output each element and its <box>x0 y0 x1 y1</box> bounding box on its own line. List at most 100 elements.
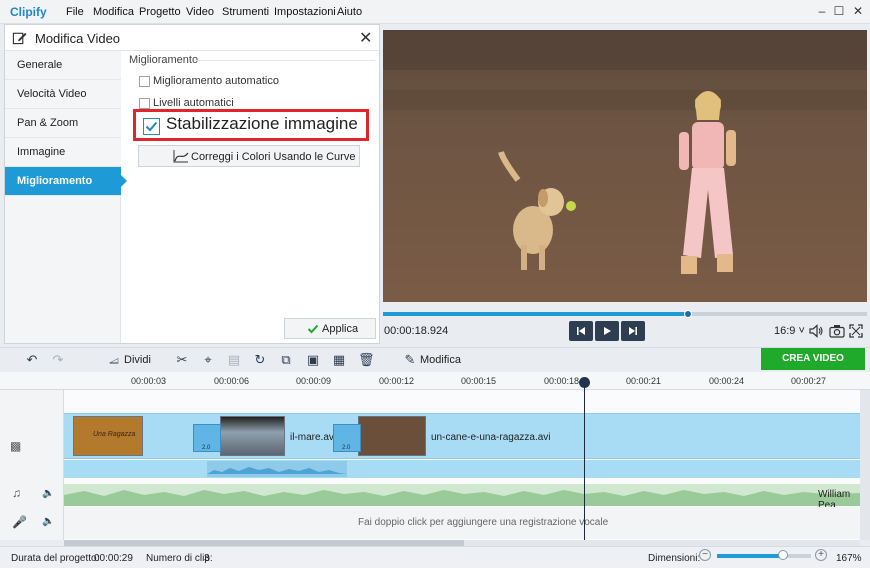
ruler-tick: 00:00:18 <box>544 376 580 386</box>
zoom-out-button[interactable]: − <box>699 549 711 561</box>
edit-icon <box>12 32 27 45</box>
ruler-tick: 00:00:15 <box>461 376 497 386</box>
panel-sidebar: Generale Velocità Video Pan & Zoom Immag… <box>5 51 127 343</box>
music-track[interactable] <box>64 484 860 506</box>
music-waveform <box>64 490 860 506</box>
focus-icon[interactable]: ▣ <box>305 352 321 368</box>
title-bar: Clipify File Modifica Progetto Video Str… <box>0 0 870 24</box>
undo-icon[interactable]: ↶ <box>24 352 40 368</box>
auto-enhance-label: Miglioramento automatico <box>153 75 279 87</box>
ruler-tick: 00:00:09 <box>296 376 332 386</box>
skip-forward-icon <box>629 327 637 335</box>
curve-icon <box>173 150 189 163</box>
duration-label: Durata del progetto: <box>11 553 100 564</box>
playback-progress-knob[interactable] <box>683 310 692 318</box>
microphone-icon: 🎤 <box>12 515 27 529</box>
auto-levels-checkbox[interactable] <box>139 98 150 109</box>
section-title: Miglioramento <box>129 54 199 66</box>
export-frame-icon[interactable]: ⧉ <box>278 352 294 368</box>
edit-button[interactable]: Modifica <box>420 354 461 366</box>
crop-icon[interactable]: ⌖ <box>200 352 216 368</box>
clip-name: un-cane-e-una-ragazza.avi <box>431 432 551 443</box>
trash-icon[interactable]: 🗑 <box>358 352 375 368</box>
sidebar-item-velocita[interactable]: Velocità Video <box>5 80 121 109</box>
stabilization-checkbox[interactable] <box>143 118 160 135</box>
timeline-toolbar: ↶ ↷ ⧡ Dividi ✂ ⌖ ▤ ↻ ⧉ ▣ ▦ 🗑 ✎ Modifica <box>0 347 870 371</box>
edit-pencil-icon[interactable]: ✎ <box>402 352 418 368</box>
next-frame-button[interactable] <box>621 321 645 341</box>
volume-icon[interactable] <box>809 324 824 338</box>
fullscreen-icon[interactable] <box>849 324 863 338</box>
check-icon <box>307 324 319 334</box>
panel-header: Modifica Video ✕ <box>5 25 379 51</box>
zoom-slider-knob[interactable] <box>777 550 788 560</box>
split-button[interactable]: Dividi <box>124 354 151 366</box>
create-video-button[interactable]: CREA VIDEO <box>761 348 865 370</box>
menu-file[interactable]: File <box>66 6 84 18</box>
auto-enhance-checkbox[interactable] <box>139 76 150 87</box>
voice-volume-icon[interactable]: 🔈 <box>42 516 54 527</box>
play-button[interactable] <box>595 321 619 341</box>
current-timecode: 00:00:18.924 <box>384 325 449 337</box>
transition-duration: 2.0 <box>202 445 211 451</box>
sidebar-item-miglioramento[interactable]: Miglioramento <box>5 167 127 196</box>
zoom-in-button[interactable]: + <box>815 549 827 561</box>
redo-icon[interactable]: ↷ <box>50 352 66 368</box>
apply-label: Applica <box>322 323 359 335</box>
auto-levels-label: Livelli automatici <box>153 97 234 109</box>
clip-thumbnail[interactable] <box>220 416 285 456</box>
aspect-ratio-select[interactable]: 16:9 ˅ <box>774 325 805 337</box>
sidebar-item-immagine[interactable]: Immagine <box>5 138 121 167</box>
clip-thumbnail[interactable]: Una Ragazza <box>73 416 143 456</box>
menu-strumenti[interactable]: Strumenti <box>222 6 269 18</box>
zoom-label: Dimensioni: <box>648 553 701 564</box>
transition-block[interactable]: 2.0 <box>193 424 221 452</box>
snapshot-icon[interactable] <box>829 324 845 338</box>
menu-aiuto[interactable]: Aiuto <box>337 6 362 18</box>
transition-block[interactable]: 2.0 <box>333 424 361 452</box>
edit-video-panel: Modifica Video ✕ Generale Velocità Video… <box>4 24 380 344</box>
zoom-slider-fill <box>717 554 783 558</box>
camera-icon: ▩ <box>10 439 22 453</box>
timeline-vertical-scrollbar[interactable] <box>860 390 870 540</box>
sidebar-item-generale[interactable]: Generale <box>5 51 121 80</box>
sidebar-item-pan-zoom[interactable]: Pan & Zoom <box>5 109 121 138</box>
rotate-icon[interactable]: ↻ <box>252 352 268 368</box>
ruler-tick: 00:00:24 <box>709 376 745 386</box>
video-preview[interactable] <box>383 30 867 302</box>
panel-title: Modifica Video <box>35 31 121 46</box>
frame-icon[interactable]: ▤ <box>226 352 242 368</box>
checkmark-icon <box>145 121 158 132</box>
ruler-tick: 00:00:21 <box>626 376 662 386</box>
clip-thumbnail[interactable] <box>358 416 426 456</box>
clip-audio-track[interactable] <box>64 460 860 478</box>
transition-duration: 2.0 <box>342 445 351 451</box>
color-curves-label: Correggi i Colori Usando le Curve <box>191 151 356 163</box>
skip-back-icon <box>577 327 585 335</box>
apply-button[interactable]: Applica <box>284 318 376 339</box>
split-icon[interactable]: ⧡ <box>106 352 122 368</box>
minimize-button[interactable]: – <box>814 3 830 19</box>
maximize-button[interactable]: ☐ <box>831 3 847 19</box>
close-icon[interactable]: ✕ <box>359 28 372 48</box>
menu-impostazioni[interactable]: Impostazioni <box>274 6 336 18</box>
film-icon[interactable]: ▦ <box>331 352 347 368</box>
ruler-tick: 00:00:27 <box>791 376 827 386</box>
playhead-line[interactable] <box>584 378 585 540</box>
playhead-handle[interactable] <box>579 377 590 388</box>
cut-icon[interactable]: ✂ <box>174 352 190 368</box>
stabilization-highlight: Stabilizzazione immagine <box>133 109 369 141</box>
close-window-button[interactable]: ✕ <box>850 3 866 19</box>
menu-video[interactable]: Video <box>186 6 214 18</box>
ruler-tick: 00:00:06 <box>214 376 250 386</box>
clip-count-value: 3 <box>204 553 210 564</box>
menu-modifica[interactable]: Modifica <box>93 6 134 18</box>
previous-frame-button[interactable] <box>569 321 593 341</box>
color-curves-button[interactable]: Correggi i Colori Usando le Curve <box>138 145 360 167</box>
time-ruler[interactable]: 00:00:03 00:00:06 00:00:09 00:00:12 00:0… <box>0 372 870 390</box>
music-note-icon: ♫ <box>12 486 21 500</box>
duration-value: 00:00:29 <box>94 553 133 564</box>
menu-progetto[interactable]: Progetto <box>139 6 181 18</box>
music-volume-icon[interactable]: 🔈 <box>42 488 54 499</box>
clip-title-text: Una Ragazza <box>93 431 136 438</box>
